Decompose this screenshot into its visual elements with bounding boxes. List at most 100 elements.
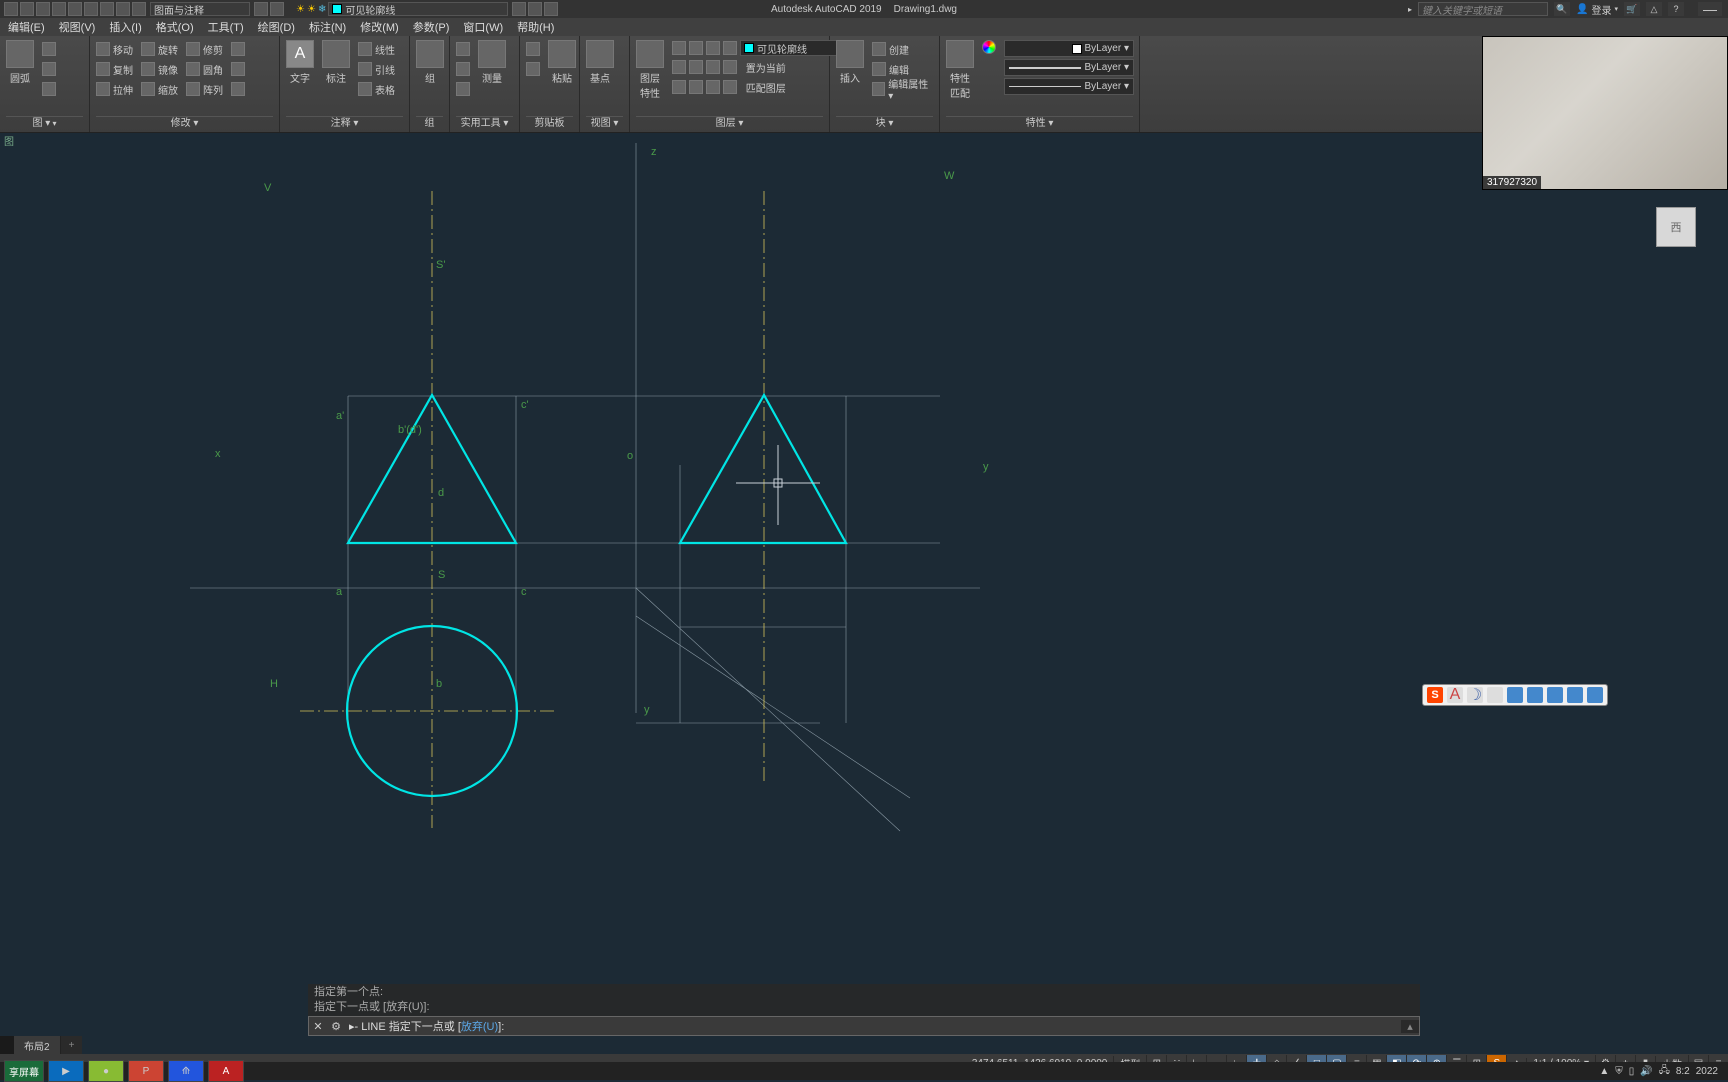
qat-icon[interactable] <box>254 2 268 16</box>
menu-item[interactable]: 工具(T) <box>208 19 244 35</box>
ime-tool-icon[interactable] <box>1567 687 1583 703</box>
ime-menu-icon[interactable] <box>1587 687 1603 703</box>
mod-btn[interactable] <box>231 40 245 58</box>
workspace-dropdown[interactable]: 图面与注释 <box>150 2 250 16</box>
panel-title[interactable]: 实用工具 ▾ <box>461 118 509 129</box>
layout-tab[interactable]: 布局2 <box>14 1036 61 1055</box>
search-icon[interactable]: 🔍 <box>1554 2 1570 16</box>
matchprops-button[interactable]: 特性 匹配 <box>946 40 974 100</box>
ime-punct-icon[interactable] <box>1487 687 1503 703</box>
array-button[interactable]: 阵列 <box>186 80 223 98</box>
layer-icon[interactable] <box>723 41 737 55</box>
group-button[interactable]: 组 <box>416 40 444 85</box>
panel-title[interactable]: 块 ▾ <box>876 118 894 129</box>
menu-item[interactable]: 视图(V) <box>59 19 96 35</box>
panel-title[interactable]: 组 <box>425 118 435 129</box>
cmd-option[interactable]: 放弃(U) <box>461 1021 498 1033</box>
panel-title[interactable]: 图 ▾ <box>32 118 56 129</box>
panel-title[interactable]: 注释 ▾ <box>331 118 359 129</box>
help-icon[interactable]: ? <box>1668 2 1684 16</box>
table-button[interactable]: 表格 <box>358 80 395 98</box>
qat-icon[interactable] <box>36 2 50 16</box>
qat-icon[interactable] <box>20 2 34 16</box>
create-button[interactable]: 创建 <box>872 40 933 58</box>
panel-title[interactable]: 剪贴板 <box>535 118 565 129</box>
menu-item[interactable]: 绘图(D) <box>258 19 295 35</box>
ime-keyboard-icon[interactable] <box>1507 687 1523 703</box>
cart-icon[interactable]: 🛒 <box>1624 2 1640 16</box>
mod-btn[interactable] <box>231 80 245 98</box>
ime-voice-icon[interactable] <box>1527 687 1543 703</box>
volume-icon[interactable]: 🔊 <box>1640 1066 1652 1077</box>
search-input[interactable]: 键入关键字或短语 <box>1418 2 1548 16</box>
cmd-options-icon[interactable]: ⚙ <box>327 1020 345 1033</box>
app-icon[interactable]: △ <box>1646 2 1662 16</box>
drawing-canvas[interactable]: z V W S' a' c' b'(d') x o y d a c S b H … <box>0 133 1728 1036</box>
qat-icon[interactable] <box>270 2 284 16</box>
leader-button[interactable]: 引线 <box>358 60 395 78</box>
menu-item[interactable]: 帮助(H) <box>517 19 554 35</box>
tray-icon[interactable]: ▲ <box>1599 1066 1609 1077</box>
util-btn[interactable] <box>456 40 470 58</box>
layerprops-button[interactable]: 图层 特性 <box>636 40 664 100</box>
qat-icon[interactable] <box>68 2 82 16</box>
ime-toolbar[interactable]: S A ☽ <box>1422 684 1608 706</box>
cmd-close-icon[interactable]: ✕ <box>309 1020 327 1033</box>
menu-item[interactable]: 格式(O) <box>156 19 194 35</box>
task-ppt[interactable]: P <box>128 1060 164 1082</box>
menu-item[interactable]: 标注(N) <box>309 19 346 35</box>
panel-title[interactable]: 视图 ▾ <box>591 118 619 129</box>
fillet-button[interactable]: 圆角 <box>186 60 223 78</box>
ime-moon-icon[interactable]: ☽ <box>1467 687 1483 703</box>
trim-button[interactable]: 修剪 <box>186 40 223 58</box>
shape-button[interactable] <box>42 60 56 78</box>
panel-title[interactable]: 图层 ▾ <box>716 118 744 129</box>
cube-face[interactable]: 西 <box>1656 207 1696 247</box>
copy-button[interactable] <box>526 60 540 78</box>
shape-button[interactable] <box>42 80 56 98</box>
qat-icon[interactable] <box>4 2 18 16</box>
layer-icon[interactable] <box>689 41 703 55</box>
move-button[interactable]: 移动 <box>96 40 133 58</box>
chevron-down-icon[interactable]: ▸ <box>1408 5 1412 14</box>
util-btn[interactable] <box>456 80 470 98</box>
layer-icon[interactable] <box>706 41 720 55</box>
signin-button[interactable]: 👤 登录 ▾ <box>1576 2 1618 17</box>
qat-icon[interactable] <box>52 2 66 16</box>
task-app[interactable]: ▶ <box>48 1060 84 1082</box>
layer-icon[interactable] <box>672 41 686 55</box>
qat-icon[interactable] <box>132 2 146 16</box>
util-btn[interactable] <box>456 60 470 78</box>
menu-item[interactable]: 编辑(E) <box>8 19 45 35</box>
color-dropdown[interactable]: ByLayer ▾ <box>1004 40 1134 57</box>
network-icon[interactable]: 🖧 <box>1659 1063 1670 1080</box>
color-wheel-icon[interactable] <box>982 40 996 54</box>
menu-item[interactable]: 窗口(W) <box>463 19 503 35</box>
paste-button[interactable]: 粘贴 <box>548 40 576 85</box>
dim-button[interactable]: 标注 <box>322 40 350 85</box>
stretch-button[interactable]: 拉伸 <box>96 80 133 98</box>
tray-icon[interactable]: ⛨ <box>1615 1066 1623 1077</box>
command-input[interactable]: ✕ ⚙ ▸- LINE 指定下一点或 [放弃(U)]: ▴ <box>308 1016 1420 1036</box>
lineweight-dropdown[interactable]: ByLayer ▾ <box>1004 59 1134 76</box>
panel-title[interactable]: 修改 ▾ <box>171 118 199 129</box>
battery-icon[interactable]: ▯ <box>1629 1066 1635 1077</box>
mod-btn[interactable] <box>231 60 245 78</box>
view-cube[interactable]: 西 <box>1644 195 1708 259</box>
scale-button[interactable]: 缩放 <box>141 80 178 98</box>
cmd-expand-icon[interactable]: ▴ <box>1401 1020 1419 1033</box>
clock-time[interactable]: 8:2 <box>1676 1066 1690 1077</box>
share-icon[interactable] <box>512 2 526 16</box>
cut-button[interactable] <box>526 40 540 58</box>
linear-button[interactable]: 线性 <box>358 40 395 58</box>
add-layout-button[interactable]: + <box>61 1038 83 1053</box>
menu-item[interactable]: 修改(M) <box>360 19 399 35</box>
text-button[interactable]: A文字 <box>286 40 314 85</box>
base-button[interactable]: 基点 <box>586 40 614 85</box>
copy-button[interactable]: 复制 <box>96 60 133 78</box>
arc-button[interactable]: 圆弧 <box>6 40 34 85</box>
qat-icon[interactable] <box>100 2 114 16</box>
task-browser[interactable]: ● <box>88 1060 124 1082</box>
minimize-button[interactable]: — <box>1698 2 1722 16</box>
qat-icon[interactable] <box>528 2 542 16</box>
